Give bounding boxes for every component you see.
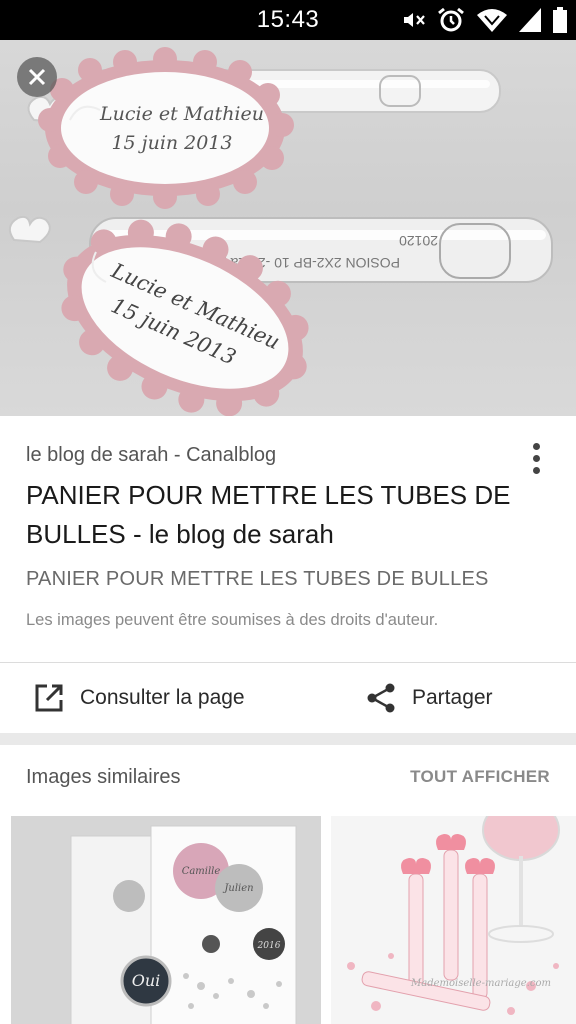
signal-icon [518, 7, 542, 33]
open-in-new-icon [32, 681, 66, 715]
thumb1-text-year: 2016 [257, 941, 281, 951]
similar-image-2[interactable]: Mademoiselle-mariage.com [331, 816, 576, 1024]
see-all-button[interactable]: TOUT AFFICHER [410, 767, 550, 787]
result-subtitle: PANIER POUR METTRE LES TUBES DE BULLES [26, 568, 489, 590]
thumb1-text-camille: Camille [182, 866, 221, 877]
more-options-button[interactable] [520, 440, 552, 476]
similar-image-1[interactable]: Camille Julien 2016 Oui [11, 816, 321, 1024]
thumb1-text-oui: Oui [132, 971, 161, 990]
thumb2-watermark: Mademoiselle-mariage.com [410, 978, 551, 989]
preview-image[interactable]: POSION 2X2-BP 10 -21 La pou 20120 Lucie … [0, 40, 576, 416]
tag-top-names: Lucie et Mathieu [99, 103, 264, 125]
close-button[interactable] [17, 57, 57, 97]
status-bar: 15:43 [0, 0, 576, 40]
result-title[interactable]: PANIER POUR METTRE LES TUBES DE BULLES -… [26, 476, 546, 554]
more-vert-icon [532, 442, 540, 450]
battery-icon [552, 7, 568, 33]
action-bar: Consulter la page Partager [0, 663, 576, 733]
close-icon [28, 68, 46, 86]
tube-print-number: 20120 [399, 233, 438, 249]
copyright-notice: Les images peuvent être soumises à des d… [26, 611, 439, 629]
mute-icon [402, 10, 426, 30]
open-page-label: Consulter la page [80, 686, 245, 709]
wifi-icon [476, 7, 508, 33]
tag-top-date: 15 juin 2013 [111, 132, 232, 154]
share-label: Partager [412, 686, 493, 709]
share-button[interactable]: Partager [364, 663, 493, 733]
similar-images-title: Images similaires [26, 766, 181, 788]
share-icon [364, 681, 398, 715]
open-page-button[interactable]: Consulter la page [32, 663, 245, 733]
alarm-icon [436, 7, 466, 33]
result-source[interactable]: le blog de sarah - Canalblog [26, 444, 276, 467]
thumb1-text-julien: Julien [222, 883, 253, 894]
status-icons [402, 7, 568, 33]
